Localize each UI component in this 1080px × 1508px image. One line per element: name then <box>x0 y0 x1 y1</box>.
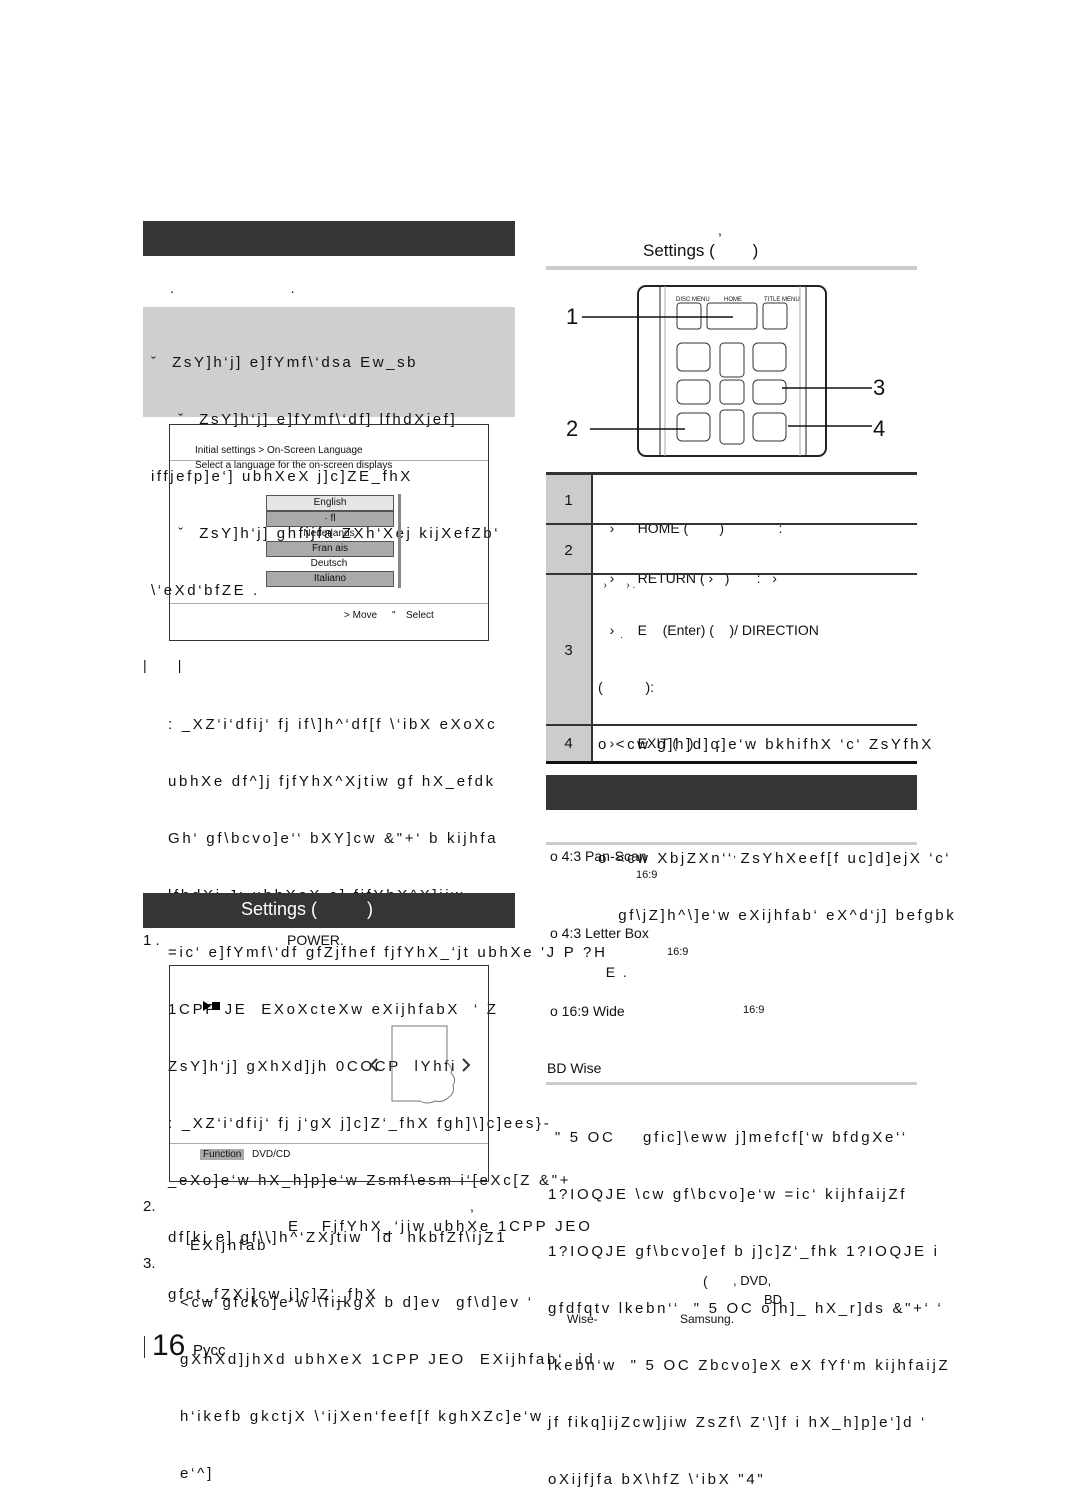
key-number: 1 <box>546 475 593 525</box>
ratio-pan-scan: 16:9 <box>636 869 658 881</box>
callout-1: 1 <box>566 304 579 329</box>
bd-wise-line: 1?IOQJE gf\bcvo]ef b j]c]Z‘_fhk 1?IOQJE … <box>548 1243 940 1260</box>
page-language: Pycc <box>193 1342 226 1359</box>
key-line: ( ): <box>598 679 654 695</box>
key-line: › E (Enter) ( )/ DIRECTION <box>598 622 819 638</box>
intro-line: . . <box>170 280 295 296</box>
language-option[interactable]: Italiano <box>266 571 394 587</box>
footer-separator: " <box>392 610 396 621</box>
key-row-4: 4 › EXIT ( ) : . <box>546 724 917 764</box>
step-3-line: gXhXd]jhXd ubhXeX 1CPP JEO EXijhfab‘ id <box>180 1351 596 1368</box>
note-marks: | | <box>143 657 182 673</box>
step-2-number: 2. <box>143 1198 156 1215</box>
settings-header-bar: Settings ( ) <box>143 893 515 928</box>
bd-wise-title: BD Wise <box>547 1060 602 1076</box>
disc-tray-illustration <box>369 1025 471 1104</box>
body-line: ubhXe df^]j fjfYhX^Xjtiw gf hX_efdk <box>168 773 496 790</box>
divider <box>546 842 917 845</box>
step-3-number: 3. <box>143 1255 156 1272</box>
language-breadcrumb: Initial settings > On-Screen Language <box>195 445 363 456</box>
step-3-line: h‘ikefb gkctjX \‘ijXen‘feef[f kghXZc]e‘w <box>180 1408 544 1425</box>
step-2-comma: , <box>470 1198 474 1214</box>
language-option[interactable]: Deutsch <box>266 557 392 571</box>
language-option[interactable]: · fl <box>266 511 394 527</box>
ratio-letter-box: 16:9 <box>667 946 689 958</box>
note-box: ˇ ZsY]h‘j] e]fYmf\‘dsa Ew_sb ˇ ZsY]h‘j] … <box>143 307 515 599</box>
apostrophe-mark: , <box>718 222 722 238</box>
ratio-wide: 16:9 <box>743 1004 765 1016</box>
footer-move: > Move <box>344 610 378 621</box>
step-2-line-1: E FjfYhX_‘jiw ubhXe 1CPP JEO <box>288 1218 593 1235</box>
step-1-text: POWER. <box>287 932 344 948</box>
language-option[interactable]: Nederlands <box>266 527 392 541</box>
home-label: HOME <box>724 297 742 303</box>
body-line: =ic‘ e]fYmf\‘df gfZjfhef fjfYhX_‘jt ubhX… <box>168 944 608 961</box>
divider <box>170 1143 488 1144</box>
comma: , <box>733 848 737 860</box>
dvd-label: , DVD, <box>733 1273 772 1288</box>
note-line: ˇ ZsY]h‘j] e]fYmf\‘dsa Ew_sb <box>151 354 419 371</box>
remote-settings-title: Settings ( ) <box>643 241 759 260</box>
bd-wise-body: " 5 OC gfic]\eww j]mefcf[‘w bfdgXe‘‘ 1?I… <box>548 1090 950 1508</box>
key-row-3: 3 › E (Enter) ( )/ DIRECTION ( ): o <cw … <box>546 573 954 980</box>
samsung-label: Samsung. <box>680 1312 735 1326</box>
key-number: 2 <box>546 525 593 575</box>
function-label: Function <box>200 1149 245 1160</box>
body-line: : _XZ‘i‘dfij‘ fj if\]h^‘df[f \‘ibX eXoXc <box>168 716 498 733</box>
bd-wise-line: gfdfqtv lkebn‘‘ " 5 OC o]h]_ hX_r]ds &"+… <box>548 1300 944 1317</box>
language-option[interactable]: Fran ais <box>266 541 394 557</box>
step-3-line: <cw gfcko]e‘w \fijkgX b d]ev gf\d]ev ‘ <box>180 1294 534 1311</box>
bd-label: BD <box>764 1292 783 1307</box>
option-pan-scan: o 4:3 Pan-Scan <box>550 848 647 864</box>
function-screen: Function DVD/CD <box>169 965 489 1182</box>
bd-wise-line: oXijfjfa bX\hfZ \‘ibX "4" <box>548 1471 766 1488</box>
title-menu-label: TITLE MENU <box>764 297 800 303</box>
step-2-line-2: EXijhfab‘ <box>190 1237 275 1254</box>
language-prompt: Select a language for the on-screen disp… <box>195 460 393 471</box>
footer-select: Select <box>406 610 434 621</box>
settings-header-title: Settings ( ) <box>241 899 374 919</box>
key-row-1: 1 › HOME ( ) : › › . <box>546 472 917 591</box>
step-1-number: 1 . <box>143 932 160 949</box>
language-screen: Initial settings > On-Screen Language Se… <box>169 424 489 641</box>
body-line: Gh‘ gf\bcvo]e‘‘ bXY]cw &"+‘ b kijhfa <box>168 830 499 847</box>
step-3-text: <cw gfcko]e‘w \fijkgX b d]ev gf\d]ev ‘ g… <box>180 1255 596 1502</box>
paren: ( <box>703 1273 708 1289</box>
play-stop-icon <box>203 1001 220 1011</box>
key-description: › EXIT ( ) : . <box>598 735 779 751</box>
key-row-2: 2 › RETURN ( › ) : › . <box>546 523 917 641</box>
key-line: o <cw XbjZXn‘‘ ZsYhXeef[f uc]d]ejX ‘c‘ <box>598 850 952 867</box>
option-wide: o 16:9 Wide <box>550 1003 625 1019</box>
scrollbar[interactable] <box>398 494 401 588</box>
disc-menu-label: DISC MENU <box>676 297 710 303</box>
key-line: gf\jZ]h^\]e‘w eXijhfab‘ eX^d‘j] befgbk <box>598 907 957 924</box>
key-number: 3 <box>546 575 593 725</box>
key-line: E . <box>598 964 627 980</box>
function-value: DVD/CD <box>252 1149 291 1160</box>
bd-wise-line: 1?IOQJE \cw gf\bcvo]e‘w =ic‘ kijhfaijZf <box>548 1186 908 1203</box>
page-number: 16 <box>152 1329 186 1362</box>
key-number: 4 <box>546 726 593 761</box>
divider <box>546 1082 917 1085</box>
callout-3: 3 <box>873 375 886 400</box>
language-option-english[interactable]: English <box>266 495 394 511</box>
section-header-bar <box>546 775 917 810</box>
bd-wise-line: " 5 OC gfic]\eww j]mefcf[‘w bfdgXe‘‘ <box>548 1129 908 1146</box>
callout-2: 2 <box>566 416 579 441</box>
bd-wise-line: jf fikq]ijZcw]jiw ZsZf\ Z‘\]f i hX_h]p]e… <box>548 1414 928 1431</box>
callout-4: 4 <box>873 416 886 441</box>
wise-label: Wise- <box>567 1312 598 1326</box>
step-3-line: e‘^] <box>180 1465 215 1482</box>
divider <box>170 603 488 604</box>
bd-wise-line: lkebn‘w " 5 OC Zbcvo]eX eX fYf‘m kijhfai… <box>548 1357 951 1374</box>
remote-control-illustration <box>582 285 872 457</box>
option-letter-box: o 4:3 Letter Box <box>550 925 649 941</box>
section-header-bar <box>143 221 515 256</box>
divider <box>546 266 917 270</box>
page-mark <box>144 1336 145 1358</box>
